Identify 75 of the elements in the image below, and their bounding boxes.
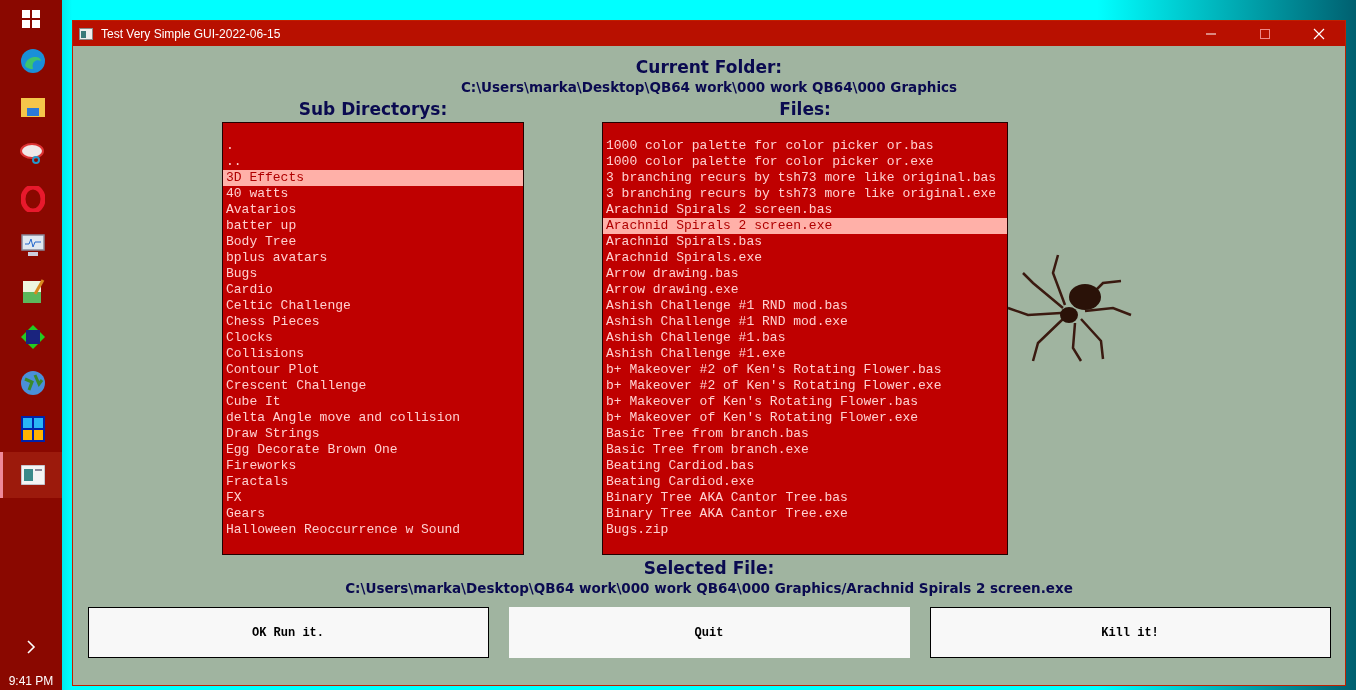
directory-item[interactable]: Bugs <box>223 266 523 282</box>
file-item[interactable]: Ashish Challenge #1 RND mod.exe <box>603 314 1007 330</box>
directory-item[interactable]: 3D Effects <box>223 170 523 186</box>
diamond-icon <box>19 324 46 350</box>
app-window-icon <box>20 465 45 485</box>
app-window-icon <box>79 27 93 40</box>
directory-item[interactable]: bplus avatars <box>223 250 523 266</box>
file-item[interactable]: 3 branching recurs by tsh73 more like original.bas <box>603 170 1007 186</box>
file-item[interactable]: Beating Cardiod.exe <box>603 474 1007 490</box>
ring-icon <box>20 186 45 212</box>
chevron-icon[interactable] <box>26 640 36 654</box>
directory-item[interactable]: Fireworks <box>223 458 523 474</box>
directory-item[interactable]: .. <box>223 154 523 170</box>
selected-file-label: Selected File: <box>643 557 775 579</box>
file-item[interactable]: b+ Makeover of Ken's Rotating Flower.bas <box>603 394 1007 410</box>
file-item[interactable]: Arachnid Spirals.bas <box>603 234 1007 250</box>
clock-time: 9:41 PM <box>7 674 55 690</box>
file-item[interactable]: Ashish Challenge #1 RND mod.bas <box>603 298 1007 314</box>
directory-item[interactable]: Chess Pieces <box>223 314 523 330</box>
file-item[interactable]: Arrow drawing.exe <box>603 282 1007 298</box>
current-folder-path: C:\Users\marka\Desktop\QB64 work\000 work QB64\000 Graphics <box>460 78 958 96</box>
directory-item[interactable]: Avatarios <box>223 202 523 218</box>
file-item[interactable]: Ashish Challenge #1.exe <box>603 346 1007 362</box>
directory-item[interactable]: Gears <box>223 506 523 522</box>
maximize-icon[interactable] <box>1259 27 1271 40</box>
directory-item[interactable]: Halloween Reoccurrence w Sound <box>223 522 523 538</box>
folder-icon <box>19 95 46 119</box>
selected-file-path: C:\Users\marka\Desktop\QB64 work\000 work QB64\000 Graphics/Arachnid Spirals 2 screen.exe <box>345 579 1073 597</box>
directory-item[interactable]: batter up <box>223 218 523 234</box>
directory-item[interactable]: Cardio <box>223 282 523 298</box>
directory-item[interactable]: Crescent Challenge <box>223 378 523 394</box>
directory-item[interactable]: Draw Strings <box>223 426 523 442</box>
file-item[interactable]: b+ Makeover #2 of Ken's Rotating Flower.bas <box>603 362 1007 378</box>
current-folder-label: Current Folder: <box>635 56 783 78</box>
file-item[interactable]: 3 branching recurs by tsh73 more like original.exe <box>603 186 1007 202</box>
directory-item[interactable]: Celtic Challenge <box>223 298 523 314</box>
globe-icon <box>19 370 46 396</box>
file-item[interactable]: b+ Makeover of Ken's Rotating Flower.exe <box>603 410 1007 426</box>
taskbar-button[interactable] <box>0 452 62 498</box>
directory-item[interactable]: Fractals <box>223 474 523 490</box>
file-item[interactable]: Binary Tree AKA Cantor Tree.exe <box>603 506 1007 522</box>
directory-item[interactable]: Clocks <box>223 330 523 346</box>
file-item[interactable]: Beating Cardiod.bas <box>603 458 1007 474</box>
action-button[interactable]: Kill it! <box>929 607 1331 658</box>
file-item[interactable]: Ashish Challenge #1.bas <box>603 330 1007 346</box>
action-button[interactable]: OK Run it. <box>87 607 489 658</box>
file-item[interactable]: Basic Tree from branch.bas <box>603 426 1007 442</box>
directory-item[interactable]: Collisions <box>223 346 523 362</box>
action-button[interactable]: Quit <box>508 607 910 658</box>
file-item[interactable]: Arrow drawing.bas <box>603 266 1007 282</box>
file-item[interactable]: 1000 color palette for color picker or.bas <box>603 138 1007 154</box>
notepad-icon <box>20 278 45 304</box>
file-item[interactable]: Binary Tree AKA Cantor Tree.bas <box>603 490 1007 506</box>
directory-item[interactable]: 40 watts <box>223 186 523 202</box>
swirl-icon <box>18 47 47 75</box>
directory-item[interactable]: delta Angle move and collision <box>223 410 523 426</box>
files-label: Files: <box>779 98 831 120</box>
directory-item[interactable]: Cube It <box>223 394 523 410</box>
file-item[interactable]: Bugs.zip <box>603 522 1007 538</box>
grid-logo-icon <box>20 416 45 442</box>
file-item[interactable]: b+ Makeover #2 of Ken's Rotating Flower.exe <box>603 378 1007 394</box>
file-item[interactable]: Arachnid Spirals 2 screen.bas <box>603 202 1007 218</box>
window-title: Test Very Simple GUI-2022-06-15 <box>101 26 281 41</box>
file-item[interactable]: Arachnid Spirals.exe <box>603 250 1007 266</box>
file-item[interactable]: Basic Tree from branch.exe <box>603 442 1007 458</box>
close-icon[interactable] <box>1313 27 1325 40</box>
directory-item[interactable]: Egg Decorate Brown One <box>223 442 523 458</box>
sub-directories-label: Sub Directorys: <box>298 98 448 120</box>
monitor-icon <box>19 233 46 257</box>
directory-item[interactable]: Body Tree <box>223 234 523 250</box>
directory-item[interactable]: . <box>223 138 523 154</box>
file-item[interactable]: 1000 color palette for color picker or.exe <box>603 154 1007 170</box>
directory-item[interactable]: FX <box>223 490 523 506</box>
directory-item[interactable]: Contour Plot <box>223 362 523 378</box>
file-item[interactable]: Arachnid Spirals 2 screen.exe <box>603 218 1007 234</box>
